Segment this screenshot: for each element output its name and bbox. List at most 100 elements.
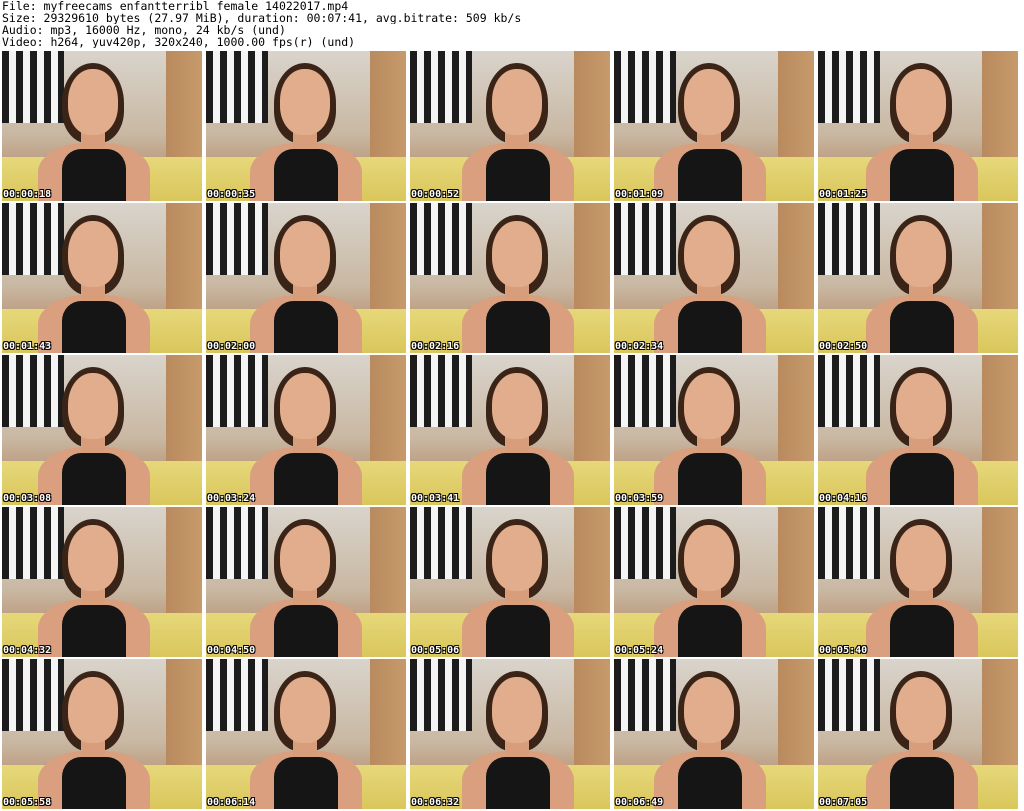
frame-timestamp: 00:05:58 bbox=[3, 797, 52, 808]
file-info-header: File: myfreecams_enfantterribl_female_14… bbox=[2, 0, 1022, 48]
video-frame-thumbnail: 00:03:24 bbox=[206, 355, 406, 505]
person-tank bbox=[678, 757, 742, 809]
person-face bbox=[896, 525, 946, 591]
frame-timestamp: 00:01:43 bbox=[3, 341, 52, 352]
striped-wall bbox=[818, 507, 880, 579]
video-frame-thumbnail: 00:03:41 bbox=[410, 355, 610, 505]
person-face bbox=[896, 221, 946, 287]
person-face bbox=[280, 221, 330, 287]
person-face bbox=[896, 69, 946, 135]
striped-wall bbox=[410, 355, 472, 427]
person-figure bbox=[866, 519, 978, 657]
frame-timestamp: 00:02:50 bbox=[819, 341, 868, 352]
video-frame-thumbnail: 00:04:50 bbox=[206, 507, 406, 657]
person-figure bbox=[654, 671, 766, 809]
frame-timestamp: 00:02:00 bbox=[207, 341, 256, 352]
video-frame-thumbnail: 00:06:14 bbox=[206, 659, 406, 809]
person-tank bbox=[62, 757, 126, 809]
person-face bbox=[280, 69, 330, 135]
video-frame-thumbnail: 00:06:32 bbox=[410, 659, 610, 809]
frame-timestamp: 00:03:41 bbox=[411, 493, 460, 504]
frame-timestamp: 00:02:16 bbox=[411, 341, 460, 352]
video-frame-thumbnail: 00:01:09 bbox=[614, 51, 814, 201]
person-tank bbox=[274, 757, 338, 809]
person-figure bbox=[250, 215, 362, 353]
person-tank bbox=[486, 453, 550, 505]
frame-timestamp: 00:03:08 bbox=[3, 493, 52, 504]
person-figure bbox=[866, 215, 978, 353]
video-frame-thumbnail: 00:03:59 bbox=[614, 355, 814, 505]
video-frame-thumbnail: 00:02:00 bbox=[206, 203, 406, 353]
striped-wall bbox=[818, 51, 880, 123]
person-figure bbox=[38, 63, 150, 201]
video-frame-thumbnail: 00:04:16 bbox=[818, 355, 1018, 505]
person-tank bbox=[678, 301, 742, 353]
person-tank bbox=[486, 757, 550, 809]
person-figure bbox=[38, 671, 150, 809]
person-tank bbox=[890, 453, 954, 505]
striped-wall bbox=[818, 659, 880, 731]
video-frame-thumbnail: 00:02:16 bbox=[410, 203, 610, 353]
thumbnail-grid: 00:00:18 00:00:35 00:00:52 00:01:09 00:01:25… bbox=[2, 51, 1022, 809]
striped-wall bbox=[818, 203, 880, 275]
person-figure bbox=[866, 671, 978, 809]
person-face bbox=[68, 69, 118, 135]
person-face bbox=[280, 373, 330, 439]
striped-wall bbox=[410, 659, 472, 731]
video-frame-thumbnail: 00:07:05 bbox=[818, 659, 1018, 809]
video-frame-thumbnail: 00:05:06 bbox=[410, 507, 610, 657]
person-face bbox=[684, 525, 734, 591]
person-figure bbox=[462, 367, 574, 505]
frame-timestamp: 00:04:32 bbox=[3, 645, 52, 656]
video-frame-thumbnail: 00:01:25 bbox=[818, 51, 1018, 201]
file-name-line: File: myfreecams_enfantterribl_female_14… bbox=[2, 0, 349, 12]
frame-timestamp: 00:00:52 bbox=[411, 189, 460, 200]
frame-timestamp: 00:06:49 bbox=[615, 797, 664, 808]
person-face bbox=[492, 221, 542, 287]
person-tank bbox=[274, 301, 338, 353]
frame-timestamp: 00:05:40 bbox=[819, 645, 868, 656]
person-figure bbox=[250, 367, 362, 505]
person-figure bbox=[250, 671, 362, 809]
person-tank bbox=[486, 605, 550, 657]
person-tank bbox=[274, 149, 338, 201]
frame-timestamp: 00:05:24 bbox=[615, 645, 664, 656]
person-face bbox=[68, 373, 118, 439]
person-face bbox=[684, 69, 734, 135]
frame-timestamp: 00:01:25 bbox=[819, 189, 868, 200]
frame-timestamp: 00:06:14 bbox=[207, 797, 256, 808]
person-face bbox=[896, 373, 946, 439]
person-figure bbox=[654, 215, 766, 353]
frame-timestamp: 00:03:24 bbox=[207, 493, 256, 504]
person-figure bbox=[38, 519, 150, 657]
person-tank bbox=[890, 757, 954, 809]
person-tank bbox=[890, 605, 954, 657]
frame-timestamp: 00:06:32 bbox=[411, 797, 460, 808]
person-tank bbox=[890, 149, 954, 201]
video-frame-thumbnail: 00:00:18 bbox=[2, 51, 202, 201]
person-face bbox=[492, 69, 542, 135]
frame-timestamp: 00:05:06 bbox=[411, 645, 460, 656]
person-face bbox=[68, 677, 118, 743]
person-figure bbox=[38, 215, 150, 353]
person-tank bbox=[890, 301, 954, 353]
person-tank bbox=[274, 605, 338, 657]
person-figure bbox=[38, 367, 150, 505]
frame-timestamp: 00:04:50 bbox=[207, 645, 256, 656]
frame-timestamp: 00:04:16 bbox=[819, 493, 868, 504]
person-tank bbox=[274, 453, 338, 505]
person-figure bbox=[462, 519, 574, 657]
video-frame-thumbnail: 00:02:34 bbox=[614, 203, 814, 353]
person-figure bbox=[654, 63, 766, 201]
person-tank bbox=[678, 149, 742, 201]
person-tank bbox=[62, 301, 126, 353]
person-figure bbox=[654, 519, 766, 657]
frame-timestamp: 00:07:05 bbox=[819, 797, 868, 808]
video-frame-thumbnail: 00:05:40 bbox=[818, 507, 1018, 657]
video-frame-thumbnail: 00:05:58 bbox=[2, 659, 202, 809]
person-figure bbox=[462, 671, 574, 809]
video-frame-thumbnail: 00:01:43 bbox=[2, 203, 202, 353]
person-figure bbox=[250, 519, 362, 657]
person-tank bbox=[486, 149, 550, 201]
person-face bbox=[68, 525, 118, 591]
